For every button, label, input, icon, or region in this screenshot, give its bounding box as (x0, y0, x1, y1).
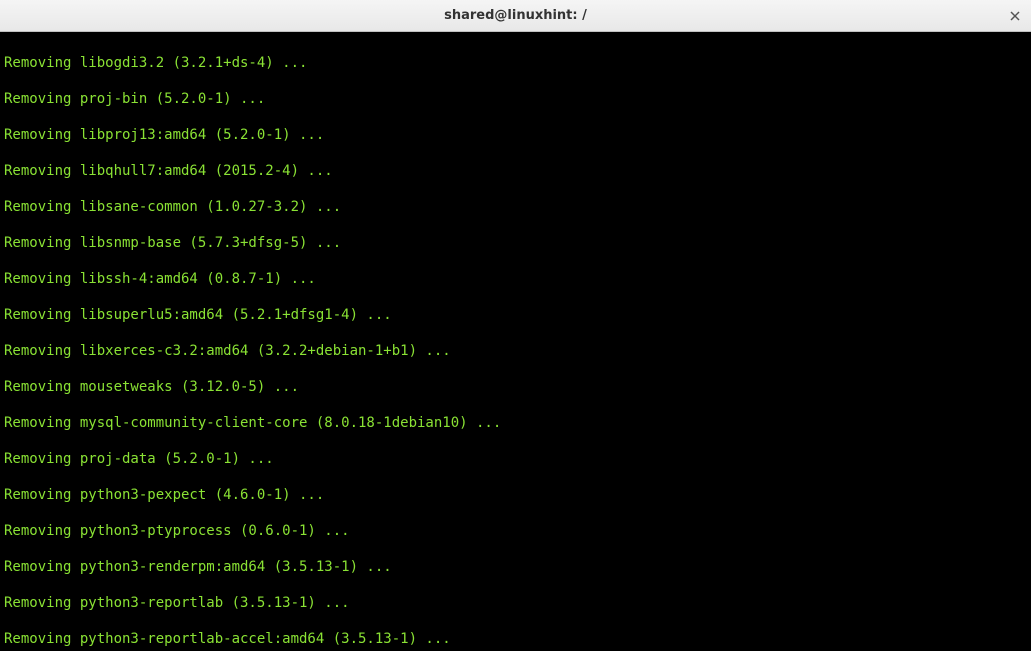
terminal-line: Removing libssh-4:amd64 (0.8.7-1) ... (4, 270, 1027, 288)
window-title: shared@linuxhint: / (444, 8, 587, 23)
terminal-line: Removing libxerces-c3.2:amd64 (3.2.2+deb… (4, 342, 1027, 360)
terminal-line: Removing mysql-community-client-core (8.… (4, 414, 1027, 432)
terminal-line: Removing libsnmp-base (5.7.3+dfsg-5) ... (4, 234, 1027, 252)
terminal-line: Removing mousetweaks (3.12.0-5) ... (4, 378, 1027, 396)
close-icon (1010, 11, 1020, 21)
terminal-line: Removing libsuperlu5:amd64 (5.2.1+dfsg1-… (4, 306, 1027, 324)
terminal-line: Removing proj-data (5.2.0-1) ... (4, 450, 1027, 468)
terminal-output[interactable]: Removing libogdi3.2 (3.2.1+ds-4) ... Rem… (0, 32, 1031, 651)
close-button[interactable] (1007, 8, 1023, 24)
terminal-line: Removing python3-reportlab (3.5.13-1) ..… (4, 594, 1027, 612)
terminal-line: Removing python3-pexpect (4.6.0-1) ... (4, 486, 1027, 504)
terminal-line: Removing libsane-common (1.0.27-3.2) ... (4, 198, 1027, 216)
terminal-line: Removing libproj13:amd64 (5.2.0-1) ... (4, 126, 1027, 144)
window-titlebar: shared@linuxhint: / (0, 0, 1031, 32)
terminal-line: Removing python3-renderpm:amd64 (3.5.13-… (4, 558, 1027, 576)
terminal-line: Removing libqhull7:amd64 (2015.2-4) ... (4, 162, 1027, 180)
terminal-line: Removing python3-reportlab-accel:amd64 (… (4, 630, 1027, 648)
terminal-line: Removing proj-bin (5.2.0-1) ... (4, 90, 1027, 108)
terminal-line: Removing libogdi3.2 (3.2.1+ds-4) ... (4, 54, 1027, 72)
terminal-line: Removing python3-ptyprocess (0.6.0-1) ..… (4, 522, 1027, 540)
